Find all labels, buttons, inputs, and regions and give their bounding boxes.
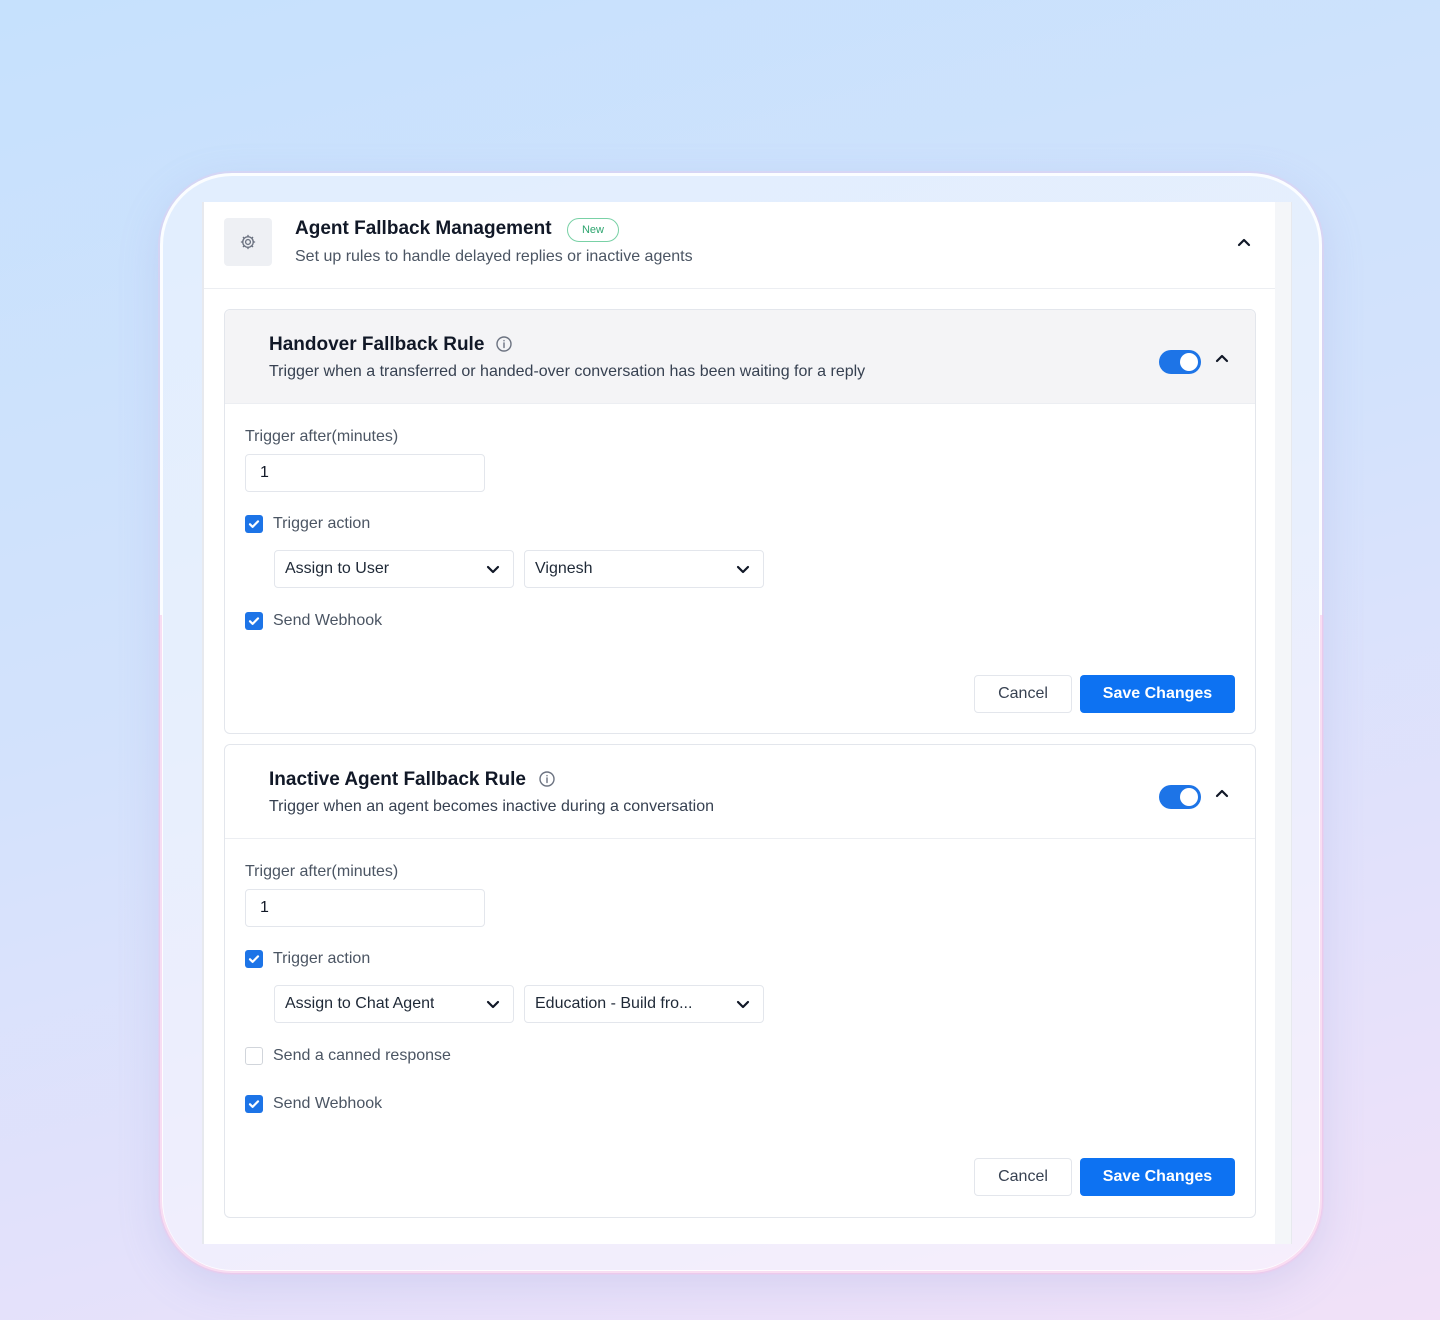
rule-title: Inactive Agent Fallback Rule — [269, 769, 526, 790]
rule-enabled-toggle[interactable] — [1159, 785, 1201, 809]
new-badge: New — [567, 218, 619, 242]
trigger-action-label: Trigger action — [273, 515, 371, 532]
trigger-action-checkbox-row[interactable]: Trigger action — [245, 950, 370, 968]
header-divider — [204, 288, 1275, 289]
cancel-button[interactable]: Cancel — [974, 675, 1072, 713]
trigger-after-label: Trigger after(minutes) — [245, 863, 399, 880]
collapse-chevron-up-icon[interactable] — [1212, 348, 1232, 368]
send-webhook-checkbox-row[interactable]: Send Webhook — [245, 612, 382, 630]
checkbox-checked[interactable] — [245, 612, 263, 630]
send-webhook-label: Send Webhook — [273, 1095, 383, 1112]
rule-header: Inactive Agent Fallback Rule Trigger whe… — [225, 745, 1255, 839]
action-type-select[interactable]: Assign to Chat Agent — [274, 985, 514, 1023]
info-icon[interactable] — [495, 335, 513, 353]
rule-title: Handover Fallback Rule — [269, 334, 485, 355]
panel-scrollbar-track — [1275, 202, 1291, 1244]
chevron-down-icon — [486, 565, 500, 574]
chevron-down-icon — [736, 1000, 750, 1009]
send-canned-response-label: Send a canned response — [273, 1047, 451, 1064]
select-value: Assign to User — [285, 560, 390, 577]
checkbox-checked[interactable] — [245, 1095, 263, 1113]
checkbox-unchecked[interactable] — [245, 1047, 263, 1065]
rule-enabled-toggle[interactable] — [1159, 350, 1201, 374]
rule-subtitle: Trigger when a transferred or handed-ove… — [269, 363, 866, 380]
collapse-chevron-up-icon[interactable] — [1212, 783, 1232, 803]
info-icon[interactable] — [538, 770, 556, 788]
action-type-select[interactable]: Assign to User — [274, 550, 514, 588]
rule-header: Handover Fallback Rule Trigger when a tr… — [225, 310, 1255, 404]
trigger-action-label: Trigger action — [273, 950, 371, 967]
send-canned-response-checkbox-row[interactable]: Send a canned response — [245, 1047, 451, 1065]
select-value: Education - Build fro... — [535, 995, 693, 1012]
save-changes-button[interactable]: Save Changes — [1080, 1158, 1235, 1196]
select-value: Assign to Chat Agent — [285, 995, 435, 1012]
trigger-after-label: Trigger after(minutes) — [245, 428, 399, 445]
handover-fallback-rule-card: Handover Fallback Rule Trigger when a tr… — [224, 309, 1256, 734]
trigger-minutes-input[interactable] — [245, 889, 485, 927]
gear-icon — [224, 218, 272, 266]
checkbox-checked[interactable] — [245, 515, 263, 533]
chevron-down-icon — [736, 565, 750, 574]
trigger-minutes-input[interactable] — [245, 454, 485, 492]
page-subtitle: Set up rules to handle delayed replies o… — [295, 248, 693, 265]
target-select[interactable]: Vignesh — [524, 550, 764, 588]
inactive-agent-fallback-rule-card: Inactive Agent Fallback Rule Trigger whe… — [224, 744, 1256, 1218]
select-value: Vignesh — [535, 560, 593, 577]
page-title: Agent Fallback Management — [295, 218, 552, 239]
toggle-knob — [1180, 788, 1198, 806]
save-changes-button[interactable]: Save Changes — [1080, 675, 1235, 713]
trigger-action-checkbox-row[interactable]: Trigger action — [245, 515, 370, 533]
collapse-chevron-up-icon[interactable] — [1234, 232, 1254, 252]
cancel-button[interactable]: Cancel — [974, 1158, 1072, 1196]
send-webhook-label: Send Webhook — [273, 612, 383, 629]
toggle-knob — [1180, 353, 1198, 371]
target-select[interactable]: Education - Build fro... — [524, 985, 764, 1023]
checkbox-checked[interactable] — [245, 950, 263, 968]
send-webhook-checkbox-row[interactable]: Send Webhook — [245, 1095, 382, 1113]
chevron-down-icon — [486, 1000, 500, 1009]
rule-subtitle: Trigger when an agent becomes inactive d… — [269, 798, 714, 815]
